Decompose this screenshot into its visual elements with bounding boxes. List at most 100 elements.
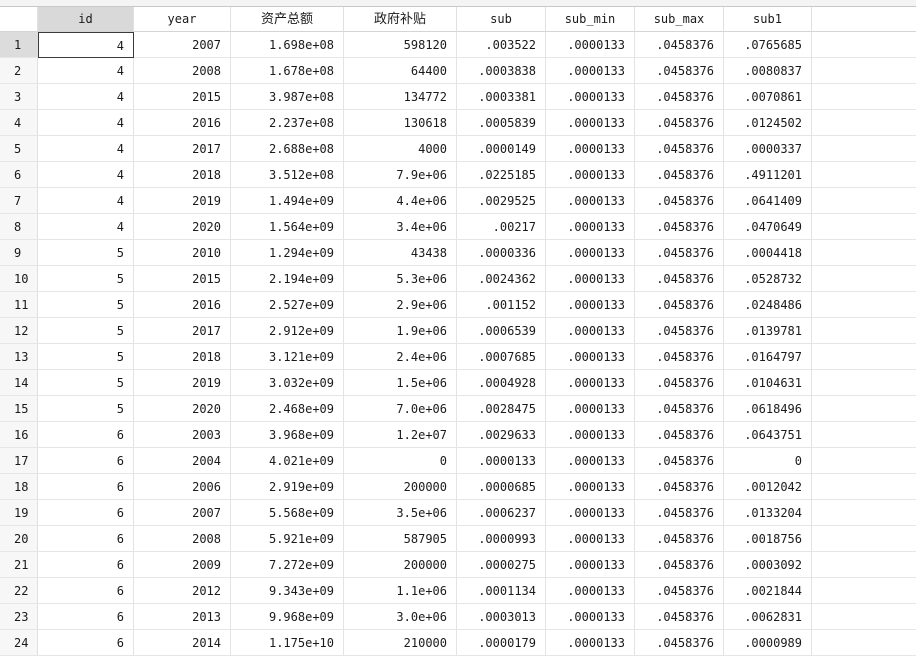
cell-sub_max[interactable]: .0458376 [635,474,724,500]
cell-sub1[interactable]: .0018756 [724,526,812,552]
cell-政府补贴[interactable]: 1.9e+06 [344,318,457,344]
column-header-政府补贴[interactable]: 政府补贴 [344,7,457,32]
row-number[interactable]: 8 [0,214,38,240]
table-row[interactable]: 16 6 2003 3.968e+09 1.2e+07.0029633.0000133.… [0,422,916,448]
cell-year[interactable]: 2008 [134,526,231,552]
cell-资产总额[interactable]: 1.564e+09 [231,214,344,240]
cell-year[interactable]: 2008 [134,58,231,84]
cell-sub_max[interactable]: .0458376 [635,578,724,604]
cell-政府补贴[interactable]: 2.9e+06 [344,292,457,318]
cell-sub[interactable]: .003522 [457,32,546,58]
cell-sub_min[interactable]: .0000133 [546,266,635,292]
cell-sub[interactable]: .0003838 [457,58,546,84]
cell-资产总额[interactable]: 1.698e+08 [231,32,344,58]
table-row[interactable]: 21 6 2009 7.272e+09 200000.0000275.0000133.0… [0,552,916,578]
cell-政府补贴[interactable]: 200000 [344,474,457,500]
cell-year[interactable]: 2012 [134,578,231,604]
cell-sub[interactable]: .0003013 [457,604,546,630]
cell-sub_min[interactable]: .0000133 [546,370,635,396]
cell-资产总额[interactable]: 2.194e+09 [231,266,344,292]
row-number[interactable]: 1 [0,32,38,58]
cell-sub_min[interactable]: .0000133 [546,422,635,448]
cell-sub_max[interactable]: .0458376 [635,266,724,292]
cell-sub[interactable]: .0000993 [457,526,546,552]
cell-sub[interactable]: .0225185 [457,162,546,188]
row-number[interactable]: 22 [0,578,38,604]
cell-year[interactable]: 2016 [134,292,231,318]
cell-sub[interactable]: .0029525 [457,188,546,214]
cell-sub_min[interactable]: .0000133 [546,84,635,110]
column-header-sub_max[interactable]: sub_max [635,7,724,32]
row-number[interactable]: 16 [0,422,38,448]
cell-资产总额[interactable]: 5.921e+09 [231,526,344,552]
cell-sub[interactable]: .0000685 [457,474,546,500]
cell-sub_max[interactable]: .0458376 [635,604,724,630]
table-row[interactable]: 23 6 2013 9.968e+09 3.0e+06.0003013.0000133.… [0,604,916,630]
row-number[interactable]: 19 [0,500,38,526]
row-number[interactable]: 2 [0,58,38,84]
cell-id[interactable]: 6 [38,422,134,448]
cell-sub[interactable]: .0007685 [457,344,546,370]
cell-sub1[interactable]: .0248486 [724,292,812,318]
cell-sub_min[interactable]: .0000133 [546,526,635,552]
table-row[interactable]: 1 4 2007 1.698e+08 598120.003522.0000133.045… [0,32,916,58]
cell-资产总额[interactable]: 3.032e+09 [231,370,344,396]
cell-政府补贴[interactable]: 1.2e+07 [344,422,457,448]
cell-政府补贴[interactable]: 7.9e+06 [344,162,457,188]
row-number[interactable]: 23 [0,604,38,630]
cell-资产总额[interactable]: 4.021e+09 [231,448,344,474]
cell-year[interactable]: 2006 [134,474,231,500]
table-row[interactable]: 11 5 2016 2.527e+09 2.9e+06.001152.0000133.0… [0,292,916,318]
row-number[interactable]: 21 [0,552,38,578]
cell-id[interactable]: 4 [38,32,134,58]
cell-sub_max[interactable]: .0458376 [635,552,724,578]
cell-sub1[interactable]: .0000337 [724,136,812,162]
cell-政府补贴[interactable]: 43438 [344,240,457,266]
table-row[interactable]: 5 4 2017 2.688e+08 4000.0000149.0000133.0458… [0,136,916,162]
cell-sub_max[interactable]: .0458376 [635,500,724,526]
cell-sub[interactable]: .0000149 [457,136,546,162]
cell-sub[interactable]: .0005839 [457,110,546,136]
cell-sub_min[interactable]: .0000133 [546,474,635,500]
cell-sub_min[interactable]: .0000133 [546,578,635,604]
table-row[interactable]: 12 5 2017 2.912e+09 1.9e+06.0006539.0000133.… [0,318,916,344]
cell-sub_min[interactable]: .0000133 [546,214,635,240]
row-number[interactable]: 15 [0,396,38,422]
cell-id[interactable]: 5 [38,396,134,422]
cell-id[interactable]: 6 [38,500,134,526]
row-number[interactable]: 9 [0,240,38,266]
cell-sub_min[interactable]: .0000133 [546,240,635,266]
cell-sub_max[interactable]: .0458376 [635,188,724,214]
cell-政府补贴[interactable]: 7.0e+06 [344,396,457,422]
table-row[interactable]: 19 6 2007 5.568e+09 3.5e+06.0006237.0000133.… [0,500,916,526]
cell-id[interactable]: 6 [38,552,134,578]
column-header-sub_min[interactable]: sub_min [546,7,635,32]
cell-政府补贴[interactable]: 3.4e+06 [344,214,457,240]
cell-sub_min[interactable]: .0000133 [546,448,635,474]
cell-政府补贴[interactable]: 598120 [344,32,457,58]
cell-sub[interactable]: .0000179 [457,630,546,656]
cell-sub_min[interactable]: .0000133 [546,318,635,344]
row-number[interactable]: 4 [0,110,38,136]
row-number[interactable]: 14 [0,370,38,396]
cell-sub[interactable]: .0001134 [457,578,546,604]
cell-id[interactable]: 5 [38,344,134,370]
cell-政府补贴[interactable]: 4000 [344,136,457,162]
cell-sub1[interactable]: .0765685 [724,32,812,58]
cell-政府补贴[interactable]: 4.4e+06 [344,188,457,214]
cell-资产总额[interactable]: 2.912e+09 [231,318,344,344]
cell-sub[interactable]: .001152 [457,292,546,318]
cell-year[interactable]: 2007 [134,500,231,526]
table-row[interactable]: 13 5 2018 3.121e+09 2.4e+06.0007685.0000133.… [0,344,916,370]
cell-sub_max[interactable]: .0458376 [635,422,724,448]
cell-sub_min[interactable]: .0000133 [546,344,635,370]
cell-sub1[interactable]: 0 [724,448,812,474]
cell-year[interactable]: 2015 [134,84,231,110]
row-number[interactable]: 3 [0,84,38,110]
table-row[interactable]: 18 6 2006 2.919e+09 200000.0000685.0000133.0… [0,474,916,500]
cell-id[interactable]: 4 [38,58,134,84]
cell-sub_max[interactable]: .0458376 [635,240,724,266]
cell-year[interactable]: 2018 [134,344,231,370]
cell-sub_min[interactable]: .0000133 [546,162,635,188]
row-number[interactable]: 7 [0,188,38,214]
